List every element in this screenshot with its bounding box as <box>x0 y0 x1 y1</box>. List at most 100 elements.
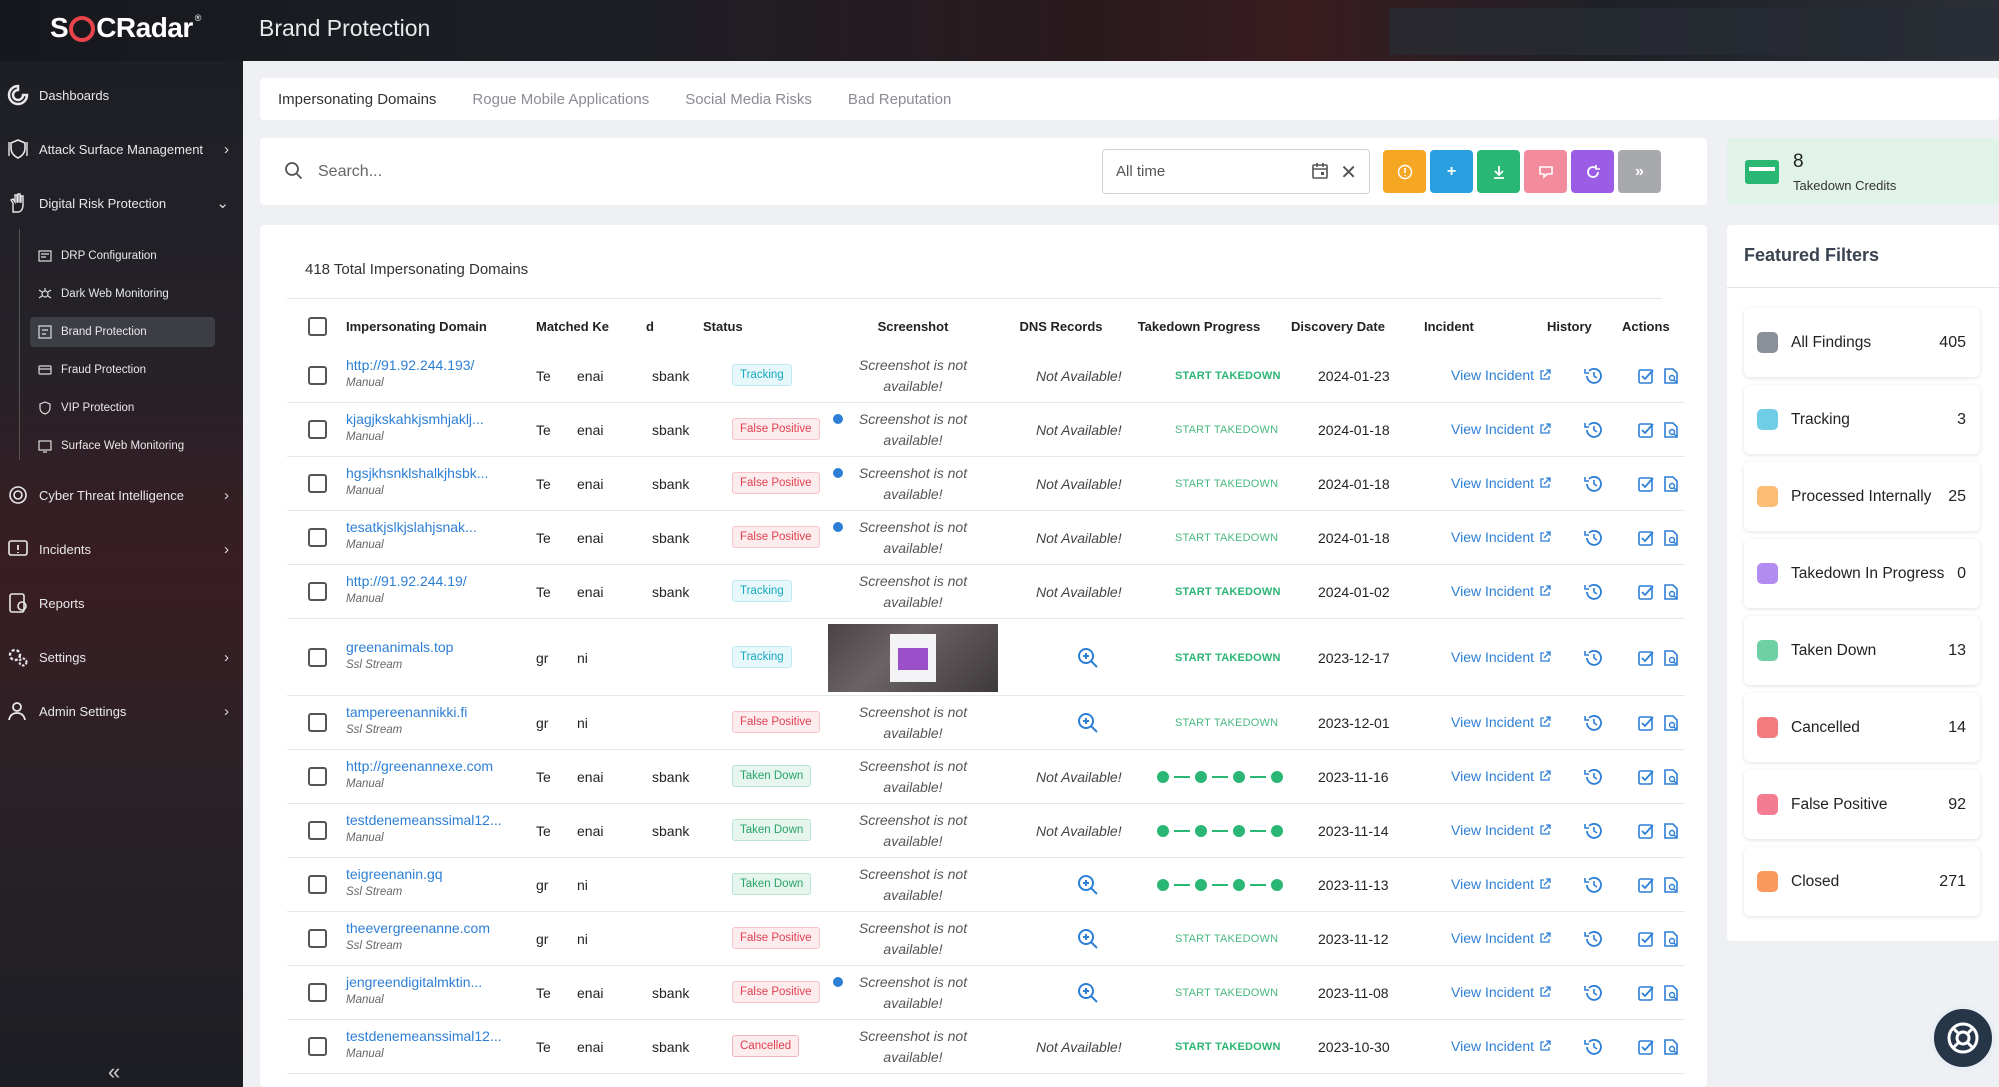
row-checkbox[interactable] <box>308 875 327 894</box>
domain-link[interactable]: jengreendigitalmktin... <box>346 974 482 990</box>
featured-filter-cancelled[interactable]: Cancelled 14 <box>1744 693 1980 762</box>
download-button[interactable] <box>1477 150 1520 193</box>
document-search-icon[interactable] <box>1662 714 1680 737</box>
add-button[interactable]: + <box>1430 150 1473 193</box>
domain-link[interactable]: greenanimals.top <box>346 639 453 655</box>
document-search-icon[interactable] <box>1662 475 1680 498</box>
start-takedown-button[interactable]: START TAKEDOWN <box>1175 933 1278 945</box>
mark-done-icon[interactable] <box>1637 930 1655 953</box>
status-badge[interactable]: Taken Down <box>732 765 812 787</box>
domain-link[interactable]: testdenemeanssimal12... <box>346 1028 502 1044</box>
start-takedown-button[interactable]: START TAKEDOWN <box>1175 370 1281 382</box>
document-search-icon[interactable] <box>1662 367 1680 390</box>
row-checkbox[interactable] <box>308 420 327 439</box>
document-search-icon[interactable] <box>1662 529 1680 552</box>
history-icon[interactable] <box>1583 928 1605 955</box>
row-checkbox[interactable] <box>308 821 327 840</box>
featured-filter-all-findings[interactable]: All Findings 405 <box>1744 308 1980 377</box>
info-button[interactable] <box>1383 150 1426 193</box>
view-incident-link[interactable]: View Incident <box>1451 984 1551 1000</box>
start-takedown-button[interactable]: START TAKEDOWN <box>1175 652 1281 664</box>
document-search-icon[interactable] <box>1662 822 1680 845</box>
status-badge[interactable]: Cancelled <box>732 1035 800 1057</box>
document-search-icon[interactable] <box>1662 583 1680 606</box>
status-badge[interactable]: Tracking <box>732 645 792 668</box>
domain-link[interactable]: tampereenannikki.fi <box>346 704 467 720</box>
header-impersonating-domain[interactable]: Impersonating Domain <box>346 319 487 334</box>
document-search-icon[interactable] <box>1662 649 1680 672</box>
tab-social-media-risks[interactable]: Social Media Risks <box>685 91 812 108</box>
mark-done-icon[interactable] <box>1637 714 1655 737</box>
domain-link[interactable]: http://greenannexe.com <box>346 758 493 774</box>
start-takedown-button[interactable]: START TAKEDOWN <box>1175 424 1278 436</box>
document-search-icon[interactable] <box>1662 984 1680 1007</box>
header-status[interactable]: Status <box>703 319 743 334</box>
sidebar-subitem-dark-web[interactable]: Dark Web Monitoring <box>30 279 215 309</box>
history-icon[interactable] <box>1583 1036 1605 1063</box>
view-incident-link[interactable]: View Incident <box>1451 475 1551 491</box>
screenshot-thumbnail[interactable] <box>828 623 998 692</box>
collapse-sidebar-button[interactable]: « <box>108 1059 120 1085</box>
status-badge[interactable]: False Positive <box>732 526 820 548</box>
row-checkbox[interactable] <box>308 647 327 667</box>
row-checkbox[interactable] <box>308 1037 327 1056</box>
sidebar-item-settings[interactable]: Settings › <box>0 637 243 677</box>
document-search-icon[interactable] <box>1662 930 1680 953</box>
status-badge[interactable]: False Positive <box>732 981 820 1003</box>
search-input[interactable] <box>318 158 818 186</box>
history-icon[interactable] <box>1583 982 1605 1009</box>
domain-link[interactable]: tesatkjslkjslahjsnak... <box>346 519 477 535</box>
tab-bad-reputation[interactable]: Bad Reputation <box>848 91 951 108</box>
sidebar-item-incidents[interactable]: Incidents › <box>0 529 243 569</box>
domain-link[interactable]: testdenemeanssimal12... <box>346 812 502 828</box>
row-checkbox[interactable] <box>308 713 327 732</box>
view-incident-link[interactable]: View Incident <box>1451 529 1551 545</box>
featured-filter-tracking[interactable]: Tracking 3 <box>1744 385 1980 454</box>
featured-filter-processed-internally[interactable]: Processed Internally 25 <box>1744 462 1980 531</box>
zoom-in-icon[interactable] <box>1077 928 1099 955</box>
document-search-icon[interactable] <box>1662 1038 1680 1061</box>
start-takedown-button[interactable]: START TAKEDOWN <box>1175 478 1278 490</box>
sidebar-item-admin-settings[interactable]: Admin Settings › <box>0 691 243 731</box>
history-icon[interactable] <box>1583 874 1605 901</box>
zoom-in-icon[interactable] <box>1077 874 1099 901</box>
zoom-in-icon[interactable] <box>1077 647 1099 674</box>
zoom-in-icon[interactable] <box>1077 982 1099 1009</box>
status-badge[interactable]: False Positive <box>732 418 820 440</box>
mark-done-icon[interactable] <box>1637 529 1655 552</box>
domain-link[interactable]: hgsjkhsnklshalkjhsbk... <box>346 465 488 481</box>
start-takedown-button[interactable]: START TAKEDOWN <box>1175 717 1278 729</box>
view-incident-link[interactable]: View Incident <box>1451 421 1551 437</box>
date-filter[interactable]: All time ✕ <box>1102 149 1370 194</box>
mark-done-icon[interactable] <box>1637 421 1655 444</box>
mark-done-icon[interactable] <box>1637 649 1655 672</box>
history-icon[interactable] <box>1583 473 1605 500</box>
history-icon[interactable] <box>1583 820 1605 847</box>
sidebar-subitem-brand-protection[interactable]: Brand Protection <box>30 317 215 347</box>
start-takedown-button[interactable]: START TAKEDOWN <box>1175 532 1278 544</box>
domain-link[interactable]: teigreenanin.gq <box>346 866 443 882</box>
sidebar-subitem-drp-configuration[interactable]: DRP Configuration <box>30 241 215 271</box>
tab-rogue-mobile-applications[interactable]: Rogue Mobile Applications <box>472 91 649 108</box>
document-search-icon[interactable] <box>1662 768 1680 791</box>
refresh-button[interactable] <box>1571 150 1614 193</box>
clear-date-icon[interactable]: ✕ <box>1340 160 1357 185</box>
featured-filter-false-positive[interactable]: False Positive 92 <box>1744 770 1980 839</box>
mark-done-icon[interactable] <box>1637 768 1655 791</box>
view-incident-link[interactable]: View Incident <box>1451 583 1551 599</box>
featured-filter-takedown-in-progress[interactable]: Takedown In Progress 0 <box>1744 539 1980 608</box>
start-takedown-button[interactable]: START TAKEDOWN <box>1175 586 1281 598</box>
view-incident-link[interactable]: View Incident <box>1451 714 1551 730</box>
history-icon[interactable] <box>1583 712 1605 739</box>
view-incident-link[interactable]: View Incident <box>1451 1038 1551 1054</box>
select-all-checkbox[interactable] <box>308 317 327 336</box>
status-badge[interactable]: Tracking <box>732 580 792 602</box>
sidebar-item-attack-surface[interactable]: Attack Surface Management › <box>0 129 243 169</box>
sidebar-subitem-vip-protection[interactable]: VIP Protection <box>30 393 215 423</box>
row-checkbox[interactable] <box>308 474 327 493</box>
status-badge[interactable]: Taken Down <box>732 873 812 895</box>
header-discovery-date[interactable]: Discovery Date <box>1291 319 1385 334</box>
status-badge[interactable]: False Positive <box>732 472 820 494</box>
history-icon[interactable] <box>1583 527 1605 554</box>
domain-link[interactable]: http://91.92.244.193/ <box>346 357 474 373</box>
